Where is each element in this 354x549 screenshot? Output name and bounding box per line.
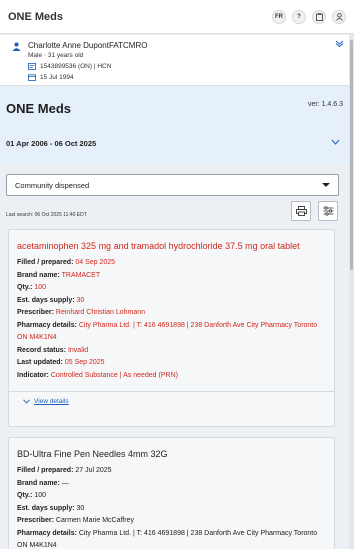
days-supply-row: Est. days supply: 30 — [17, 504, 85, 512]
chevron-down-icon[interactable] — [331, 139, 340, 145]
select-value: Community dispensed — [15, 180, 90, 190]
last-search-timestamp: Last search: 06 Oct 2025 11:40 EDT — [6, 212, 87, 218]
patient-health-card: 1543899536 (ON) | HCN — [40, 63, 112, 70]
divider — [9, 391, 334, 392]
sliders-icon — [323, 206, 333, 216]
health-card-icon — [28, 63, 36, 70]
days-supply-row: Est. days supply: 30 — [17, 296, 85, 304]
header-actions: FR ? — [272, 9, 346, 24]
settings-button[interactable] — [318, 201, 338, 221]
print-button[interactable] — [291, 201, 311, 221]
brand-row: Brand name: TRAMACET — [17, 271, 101, 279]
brand-row: Brand name: — — [17, 479, 69, 487]
qty-row: Qty.: 100 — [17, 492, 47, 499]
help-icon[interactable]: ? — [292, 9, 306, 24]
page-header: ONE Meds ver: 1.4.6.3 01 Apr 2006 - 06 O… — [0, 87, 354, 164]
medication-card[interactable]: BD-Ultra Fine Pen Needles 4mm 32G Filled… — [8, 437, 335, 549]
app-title: ONE Meds — [8, 10, 64, 23]
caret-down-icon — [322, 183, 330, 187]
updated-row: Last updated: 05 Sep 2025 — [17, 359, 105, 366]
clipboard-icon[interactable] — [312, 9, 326, 24]
patient-name: Charlotte Anne DupontFATCMRO — [28, 41, 148, 50]
printer-icon — [295, 206, 307, 216]
status-row: Record status: Invalid — [17, 346, 89, 354]
calendar-icon — [28, 74, 36, 81]
medication-card[interactable]: acetaminophen 325 mg and tramadol hydroc… — [8, 229, 335, 427]
top-bar: ONE Meds FR ? — [0, 0, 354, 34]
indicator-row: Indicator: Controlled Substance | As nee… — [17, 371, 178, 379]
prescriber-row: Prescriber: Reinhard Christian Lohmann — [17, 309, 146, 316]
version-label: ver: 1.4.6.3 — [307, 101, 343, 108]
dispense-filter-select[interactable]: Community dispensed — [6, 174, 339, 196]
medication-title: BD-Ultra Fine Pen Needles 4mm 32G — [17, 449, 168, 459]
chevron-down-icon — [23, 399, 30, 404]
scrollbar-thumb[interactable] — [350, 40, 353, 270]
patient-banner: Charlotte Anne DupontFATCMRO Male · 31 y… — [0, 35, 354, 86]
qty-row: Qty.: 100 — [17, 284, 47, 291]
filled-row: Filled / prepared: 04 Sep 2025 — [17, 259, 116, 266]
medication-title: acetaminophen 325 mg and tramadol hydroc… — [17, 241, 300, 251]
language-toggle-button[interactable]: FR — [272, 9, 286, 24]
chevron-down-icon[interactable] — [335, 40, 344, 47]
date-range: 01 Apr 2006 - 06 Oct 2025 — [6, 139, 97, 148]
prescriber-row: Prescriber: Carmen Marie McCaffrey — [17, 517, 134, 524]
filled-row: Filled / prepared: 27 Jul 2025 — [17, 467, 112, 474]
pharmacy-row: Pharmacy details: City Pharma Ltd. | T: … — [17, 529, 318, 549]
user-icon[interactable] — [332, 9, 346, 24]
pharmacy-row: Pharmacy details: City Pharma Ltd. | T: … — [17, 321, 318, 342]
view-details-link[interactable]: View details — [17, 398, 326, 405]
patient-sex-age: Male · 31 years old — [28, 52, 84, 59]
page-title: ONE Meds — [6, 101, 72, 116]
patient-dob: 15 Jul 1994 — [40, 74, 74, 81]
person-icon — [12, 42, 21, 51]
